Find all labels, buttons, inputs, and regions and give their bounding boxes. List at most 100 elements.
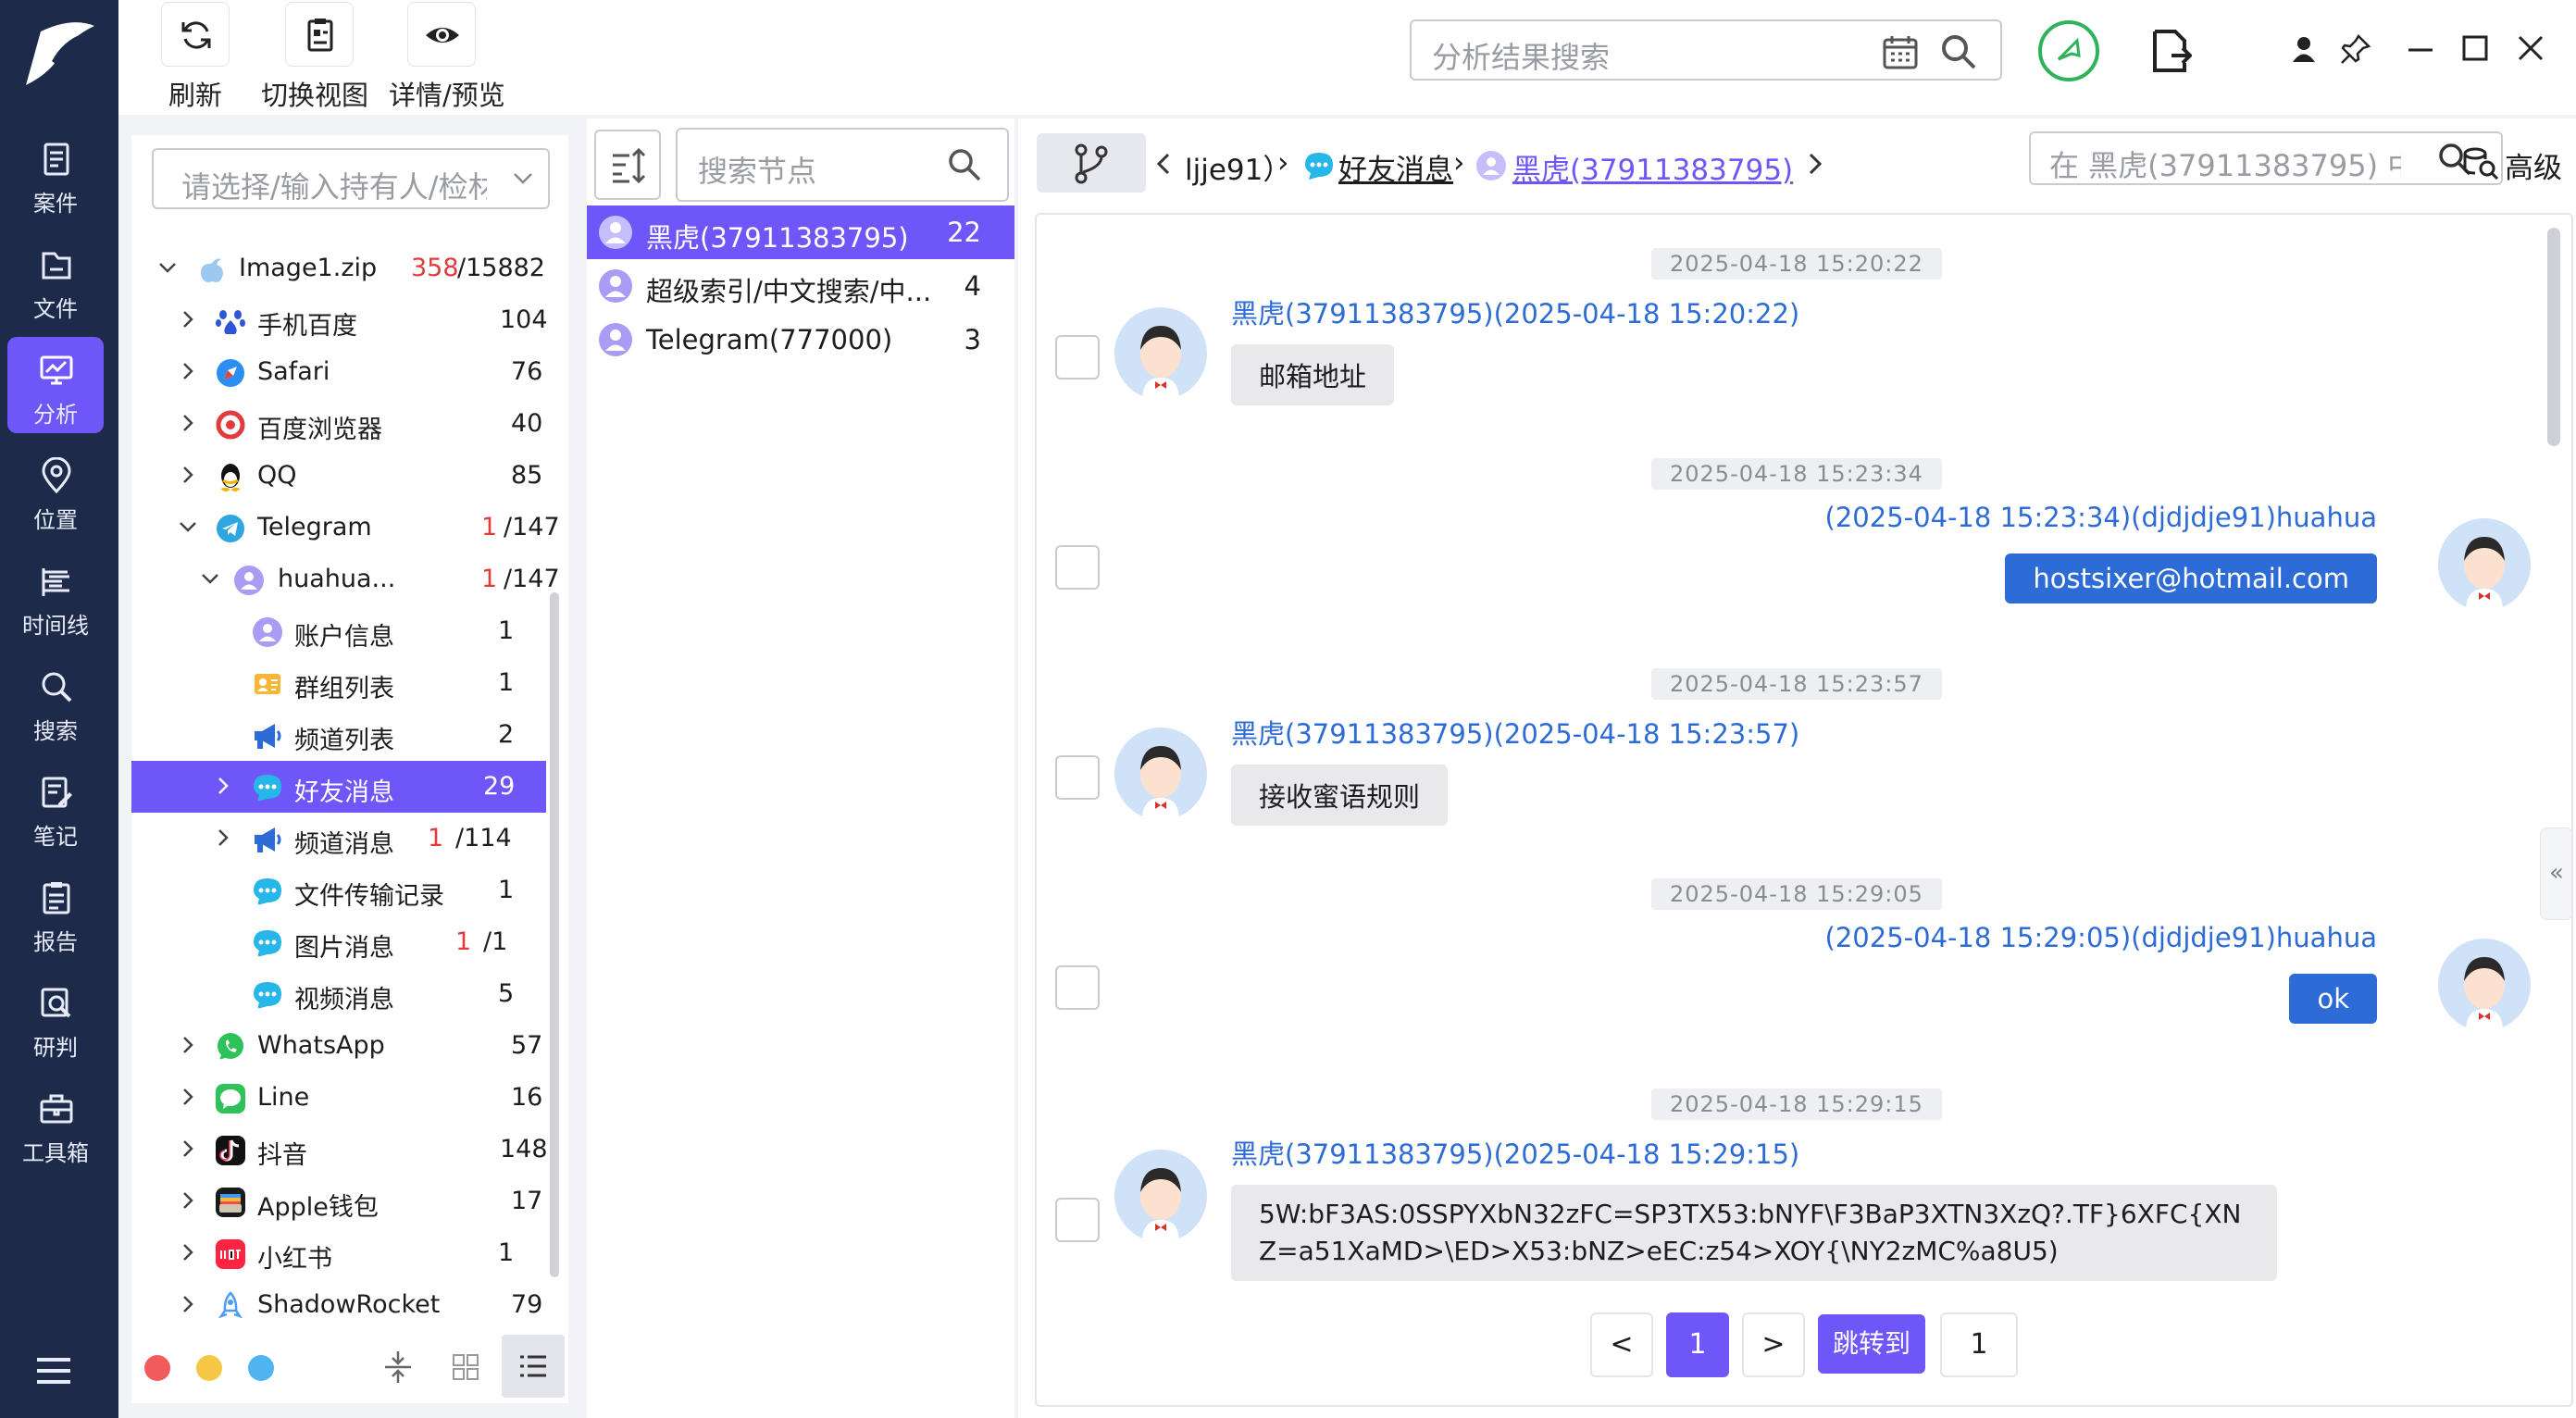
color-filter-yellow[interactable]	[196, 1355, 222, 1381]
chevron-right-icon[interactable]	[178, 1087, 198, 1107]
chevron-right-icon[interactable]	[178, 309, 198, 330]
tree-item-qq[interactable]: QQ 85	[131, 450, 546, 502]
tree-item-file-transfer[interactable]: 文件传输记录 1	[131, 864, 546, 916]
search-icon[interactable]	[1939, 32, 1978, 71]
switch-view-button[interactable]: 切换视图	[255, 0, 376, 115]
search-icon[interactable]	[946, 146, 983, 183]
conversation-search-input[interactable]: 在 黑虎(37911383795) 中搜索	[2029, 131, 2503, 185]
tree-item-xiaohongshu[interactable]: 小红书 1	[131, 1227, 546, 1279]
branch-view-button[interactable]	[1037, 133, 1146, 193]
tree-root-image[interactable]: Image1.zip 358 /15882	[131, 243, 546, 294]
detail-preview-button[interactable]: 详情/预览	[370, 0, 509, 115]
message-select-checkbox[interactable]	[1055, 545, 1100, 590]
chevron-right-icon[interactable]	[178, 1294, 198, 1314]
message-select-checkbox[interactable]	[1055, 1198, 1100, 1242]
breadcrumb-friend-messages[interactable]: 好友消息	[1338, 146, 1453, 188]
breadcrumb-account[interactable]: ljje91）	[1185, 146, 1274, 188]
tree-item-count: 1	[498, 1238, 515, 1267]
color-filter-red[interactable]	[144, 1355, 170, 1381]
tree-item-shadowrocket[interactable]: ShadowRocket 79	[131, 1279, 546, 1331]
refresh-button[interactable]: 刷新	[154, 0, 237, 115]
chevron-down-icon[interactable]	[157, 257, 178, 278]
nav-notes[interactable]: 笔记	[7, 759, 104, 855]
tree-item-line[interactable]: Line 16	[131, 1072, 546, 1124]
nav-analysis[interactable]: 分析	[7, 337, 104, 433]
tree-item-telegram-account[interactable]: huahua... 1 /147	[131, 554, 560, 605]
pager-jump-input[interactable]: 1	[1940, 1312, 2018, 1377]
message-bubble: 接收蜜语规则	[1231, 765, 1449, 826]
message-select-checkbox[interactable]	[1055, 755, 1100, 800]
analysis-search-input[interactable]: 分析结果搜索	[1410, 19, 2002, 81]
tree-item-label: ShadowRocket	[257, 1290, 441, 1319]
pager-prev-button[interactable]: <	[1590, 1312, 1653, 1377]
nav-report[interactable]: 报告	[7, 864, 104, 961]
chevron-right-icon[interactable]	[213, 827, 233, 848]
tree-item-baidu-mobile[interactable]: 手机百度 104	[131, 294, 548, 346]
pager-next-button[interactable]: >	[1742, 1312, 1805, 1377]
message-select-checkbox[interactable]	[1055, 965, 1100, 1010]
grid-view-icon[interactable]	[452, 1353, 479, 1381]
hamburger-menu-icon[interactable]	[35, 1355, 72, 1387]
collapse-side-panel-button[interactable]: «	[2540, 827, 2571, 920]
chevron-right-icon[interactable]	[178, 1035, 198, 1055]
nav-file[interactable]: 文件	[7, 231, 104, 328]
tree-item-group-list[interactable]: 群组列表 1	[131, 657, 546, 709]
chevron-right-icon[interactable]	[1807, 152, 1823, 176]
chat-scrollbar[interactable]	[2547, 228, 2560, 446]
tree-item-friend-messages[interactable]: 好友消息 29	[131, 761, 546, 813]
minimize-icon[interactable]	[2407, 39, 2434, 57]
nav-location[interactable]: 位置	[7, 442, 104, 539]
tree-item-baidu-browser[interactable]: 百度浏览器 40	[131, 398, 546, 450]
chevron-down-icon[interactable]	[178, 516, 198, 537]
tree-scrollbar[interactable]	[550, 592, 559, 1277]
tree-item-video-messages[interactable]: 视频消息 5	[131, 968, 546, 1020]
pager-page-current[interactable]: 1	[1666, 1312, 1729, 1377]
nav-timeline[interactable]: 时间线	[7, 548, 104, 644]
app-logo-icon	[26, 22, 94, 85]
pin-status-icon[interactable]	[2036, 19, 2101, 83]
chevron-right-icon[interactable]	[178, 1242, 198, 1263]
chevron-right-icon[interactable]	[178, 465, 198, 485]
message-select-checkbox[interactable]	[1055, 335, 1100, 379]
node-item-heihu[interactable]: 黑虎(37911383795) 22	[587, 205, 1014, 259]
nav-toolbox-label: 工具箱	[22, 1140, 89, 1166]
chevron-right-icon[interactable]	[178, 361, 198, 381]
chevron-down-icon[interactable]	[200, 568, 220, 589]
chevron-right-icon[interactable]	[178, 1138, 198, 1159]
tree-item-safari[interactable]: Safari 76	[131, 346, 546, 398]
collapse-all-icon[interactable]	[383, 1350, 413, 1385]
tree-item-image-messages[interactable]: 图片消息 1 /1	[131, 916, 546, 968]
color-filter-blue[interactable]	[248, 1355, 274, 1381]
nav-search[interactable]: 搜索	[7, 653, 104, 750]
nav-case[interactable]: 案件	[7, 126, 104, 222]
nav-toolbox[interactable]: 工具箱	[7, 1076, 104, 1172]
node-search-input[interactable]: 搜索节点	[676, 128, 1009, 202]
chevron-right-icon[interactable]	[178, 1190, 198, 1211]
pin-icon[interactable]	[2340, 33, 2371, 65]
export-icon[interactable]	[2151, 28, 2192, 74]
calendar-icon[interactable]	[1882, 34, 1919, 69]
close-icon[interactable]	[2518, 35, 2544, 61]
chevron-right-icon[interactable]	[213, 776, 233, 796]
chevron-right-icon[interactable]	[178, 413, 198, 433]
node-item-super-index[interactable]: 超级索引/中文搜索/中... 4	[587, 259, 1014, 313]
maximize-icon[interactable]	[2462, 35, 2488, 61]
tree-item-telegram[interactable]: Telegram 1 /147	[131, 502, 560, 554]
owner-select-dropdown[interactable]: 请选择/输入持有人/检材	[152, 148, 550, 209]
list-view-button[interactable]	[502, 1335, 565, 1398]
tree-item-apple-wallet[interactable]: Apple钱包 17	[131, 1175, 546, 1227]
user-icon[interactable]	[2290, 35, 2318, 63]
tree-item-whatsapp[interactable]: WhatsApp 57	[131, 1020, 546, 1072]
chevron-left-icon[interactable]	[1155, 152, 1172, 176]
pager-jump-button[interactable]: 跳转到	[1818, 1314, 1925, 1374]
breadcrumb-contact[interactable]: 黑虎(37911383795)	[1512, 146, 1793, 188]
sort-button[interactable]	[594, 130, 661, 200]
tree-item-douyin[interactable]: 抖音 148	[131, 1124, 548, 1175]
tree-item-channel-messages[interactable]: 频道消息 1 /114	[131, 813, 546, 864]
xiaohongshu-icon	[216, 1239, 245, 1269]
tree-item-account-info[interactable]: 账户信息 1	[131, 605, 546, 657]
node-item-telegram-service[interactable]: Telegram(777000) 3	[587, 313, 1014, 367]
tree-item-channel-list[interactable]: 频道列表 2	[131, 709, 546, 761]
tree-item-count: /114	[455, 824, 512, 852]
nav-judgement[interactable]: 研判	[7, 970, 104, 1066]
